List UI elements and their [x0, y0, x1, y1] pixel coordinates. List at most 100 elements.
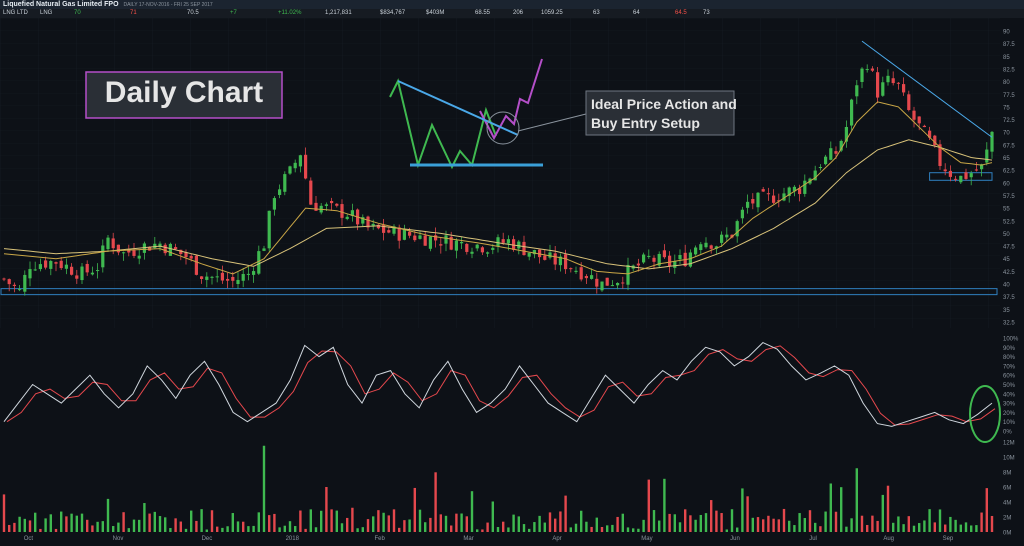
volume-bar	[918, 523, 921, 532]
volume-bar	[28, 520, 32, 532]
quote-bar: LNG LTD LNG 70 71 70.5 +7 +11.02% 1,217,831 $8…	[0, 9, 1024, 18]
candle-body	[735, 221, 739, 237]
price-tick-label: 75	[1003, 105, 1010, 111]
candle-body	[59, 260, 63, 269]
volume-bar	[944, 524, 947, 532]
candle-body	[876, 72, 880, 98]
quote-value: 1,217,831	[325, 10, 352, 16]
candle-body	[101, 245, 105, 268]
candle-body	[543, 255, 547, 260]
volume-bar	[762, 519, 765, 532]
volume-bar	[949, 516, 952, 532]
volume-bar	[606, 525, 609, 532]
volume-bar	[678, 522, 682, 532]
price-tick-label: 52.5	[1003, 219, 1015, 225]
volume-bar	[522, 524, 526, 532]
volume-bar	[288, 521, 292, 532]
volume-bar	[548, 512, 552, 532]
volume-bar	[455, 513, 458, 532]
x-tick-label: Aug	[883, 536, 894, 542]
volume-bar	[699, 514, 702, 532]
volume-bar	[647, 479, 650, 532]
volume-bar	[933, 522, 936, 532]
volume-bar	[216, 526, 219, 532]
candle-body	[168, 243, 172, 256]
volume-bar	[902, 524, 905, 532]
candle-body	[413, 235, 417, 241]
candle-body	[38, 264, 42, 270]
stock-chart: 90 87.5 85 82.5 80 77.5 75 72.5 70 67.5 65 62.5 60 57…	[0, 18, 1019, 546]
candle-body	[194, 255, 198, 275]
volume-bar	[91, 525, 94, 532]
candle-body	[75, 275, 79, 279]
volume-bar	[517, 516, 520, 532]
candle-body	[304, 154, 308, 179]
oscillator-tick-label: 70%	[1003, 364, 1016, 370]
candle-body	[912, 110, 916, 120]
volume-bar	[975, 525, 978, 532]
candle-body	[28, 269, 32, 279]
volume-bar	[34, 512, 37, 532]
price-tick-label: 90	[1003, 30, 1010, 36]
volume-bar	[855, 468, 858, 532]
volume-bar	[564, 495, 567, 532]
candle-body	[569, 268, 573, 270]
volume-bar	[496, 527, 500, 532]
volume-bar	[23, 518, 26, 532]
volume-bar	[580, 510, 583, 532]
candle-body	[496, 237, 500, 247]
volume-bar	[481, 529, 484, 532]
volume-bar	[44, 518, 47, 532]
volume-bar	[450, 525, 453, 532]
candle-body	[850, 99, 854, 126]
quote-value: 63	[593, 10, 600, 16]
quote-value: 70	[74, 10, 81, 16]
candle-body	[226, 278, 230, 281]
candle-body	[137, 255, 141, 259]
callout-line2: Buy Entry Setup	[591, 115, 700, 131]
volume-bar	[424, 522, 427, 532]
volume-bar	[814, 522, 817, 532]
volume-bar	[803, 518, 806, 532]
volume-bar	[751, 517, 754, 532]
volume-bar	[49, 514, 52, 532]
volume-bar	[418, 509, 422, 532]
volume-bar	[658, 520, 661, 532]
candle-body	[7, 279, 11, 285]
volume-bar	[112, 526, 115, 532]
price-tick-label: 45	[1003, 257, 1010, 263]
volume-bar	[382, 512, 385, 532]
candle-body	[111, 238, 115, 249]
candle-body	[454, 240, 458, 251]
volume-bar	[897, 516, 900, 532]
candle-body	[584, 276, 588, 279]
candle-body	[262, 248, 266, 251]
candle-body	[954, 178, 958, 180]
candle-body	[397, 227, 401, 241]
volume-bar	[294, 526, 297, 532]
volume-bar	[252, 525, 255, 532]
volume-bar	[273, 513, 276, 532]
volume-bar	[772, 518, 775, 532]
volume-bar	[148, 513, 151, 532]
candle-body	[335, 203, 339, 206]
candle-body	[870, 68, 874, 71]
x-tick-label: Mar	[463, 536, 473, 542]
price-tick-label: 60	[1003, 181, 1010, 187]
volume-bar	[871, 515, 874, 532]
volume-bar	[730, 509, 734, 532]
volume-bar	[127, 528, 130, 532]
candle-body	[974, 169, 978, 171]
candle-body	[548, 252, 552, 258]
volume-bar	[881, 494, 884, 532]
candle-body	[896, 82, 900, 84]
volume-bar	[242, 521, 245, 532]
volume-bar	[829, 483, 832, 532]
volume-bar	[8, 524, 11, 532]
volume-tick-label: 2M	[1003, 516, 1011, 522]
candle-body	[688, 252, 692, 267]
volume-bar	[304, 528, 307, 532]
candle-body	[18, 289, 22, 291]
volume-bar	[439, 514, 442, 532]
candle-body	[621, 282, 625, 284]
